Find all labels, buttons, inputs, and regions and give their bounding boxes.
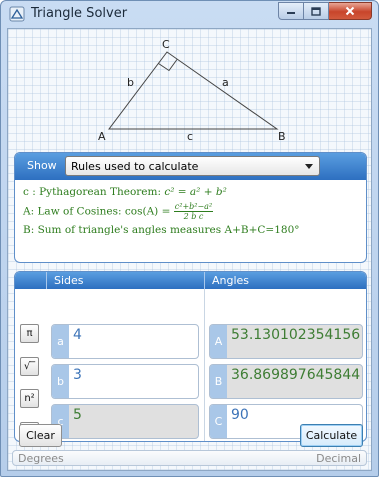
status-bar: Degrees Decimal: [12, 450, 367, 466]
angles-header: Angles: [212, 274, 250, 287]
chevron-down-icon: [305, 164, 313, 169]
vertex-label-a: A: [98, 130, 106, 143]
rule-b-text: B: Sum of triangle's angles measures A+B…: [23, 224, 300, 236]
side-b-tag: b: [52, 365, 69, 398]
square-button[interactable]: n²: [20, 389, 39, 408]
maximize-icon: [311, 6, 321, 16]
angle-a-tag: A: [210, 325, 227, 358]
rules-dropdown-value: Rules used to calculate: [71, 160, 199, 173]
rule-b: B: Sum of triangle's angles measures A+B…: [23, 224, 300, 236]
sides-header: Sides: [54, 274, 84, 287]
pi-button[interactable]: π: [20, 324, 39, 343]
angle-unit-status[interactable]: Degrees: [18, 452, 64, 465]
window-controls: [278, 2, 372, 20]
right-angle-marker: [158, 59, 178, 72]
side-a-value[interactable]: 4: [73, 327, 82, 343]
side-b-value[interactable]: 3: [73, 367, 82, 383]
show-label: Show: [27, 159, 57, 172]
rule-a-fraction: c²+b²−a² 2 b c: [173, 202, 214, 221]
sides-angles-panel: Sides Angles π √‾ n² nˣ a 4 b 3 c 5 A: [14, 271, 367, 442]
minimize-button[interactable]: [278, 2, 304, 20]
number-format-status[interactable]: Decimal: [316, 452, 361, 465]
close-icon: [345, 6, 355, 16]
sqrt-button[interactable]: √‾: [20, 357, 39, 376]
column-divider: [204, 289, 205, 441]
triangle-shape: [107, 51, 279, 130]
rule-a-denominator: 2 b c: [183, 212, 204, 221]
vertex-label-b: B: [278, 130, 286, 143]
sides-angles-header: Sides Angles: [15, 272, 366, 289]
close-button[interactable]: [329, 2, 372, 20]
angle-c-value[interactable]: 90: [231, 407, 249, 423]
side-c-value[interactable]: 5: [73, 407, 82, 423]
side-b-field[interactable]: b 3: [51, 364, 199, 399]
side-label-a: a: [222, 76, 229, 89]
angle-a-field[interactable]: A 53.130102354156: [209, 324, 363, 359]
angle-c-tag: C: [210, 405, 227, 438]
angle-b-value[interactable]: 36.869897645844: [231, 367, 360, 383]
app-window: Triangle Solver C A B b a c Show Rules u…: [0, 0, 379, 477]
side-a-field[interactable]: a 4: [51, 324, 199, 359]
header-divider: [46, 272, 47, 289]
angle-a-value[interactable]: 53.130102354156: [231, 327, 360, 343]
side-c-field[interactable]: c 5: [51, 404, 199, 439]
rule-a: A: Law of Cosines: cos(A) = c²+b²−a² 2 b …: [23, 202, 214, 221]
title-bar[interactable]: Triangle Solver: [1, 1, 378, 27]
window-title: Triangle Solver: [31, 6, 128, 21]
side-a-tag: a: [52, 325, 69, 358]
header-divider: [204, 272, 205, 289]
triangle-app-icon: [9, 6, 25, 22]
vertex-label-c: C: [162, 38, 170, 51]
rules-panel: Show Rules used to calculate c : Pythago…: [14, 152, 367, 263]
minimize-icon: [287, 12, 295, 14]
rules-dropdown[interactable]: Rules used to calculate: [65, 156, 320, 176]
side-label-b: b: [127, 76, 134, 89]
calculate-button[interactable]: Calculate: [300, 424, 363, 447]
rules-header: Show Rules used to calculate: [15, 153, 366, 180]
angle-b-tag: B: [210, 365, 227, 398]
angle-b-field[interactable]: B 36.869897645844: [209, 364, 363, 399]
maximize-button[interactable]: [304, 2, 329, 20]
rule-a-numerator: c²+b²−a²: [173, 202, 214, 212]
clear-button[interactable]: Clear: [19, 424, 62, 447]
side-label-c: c: [187, 130, 194, 143]
client-area: C A B b a c Show Rules used to calculate…: [7, 28, 372, 471]
rule-c: c : Pythagorean Theorem: c² = a² + b²: [23, 186, 227, 198]
rule-a-text: A: Law of Cosines: cos(A) =: [23, 205, 174, 218]
rule-c-text: c : Pythagorean Theorem:: [23, 186, 165, 198]
rule-c-formula: c² = a² + b²: [164, 186, 227, 198]
